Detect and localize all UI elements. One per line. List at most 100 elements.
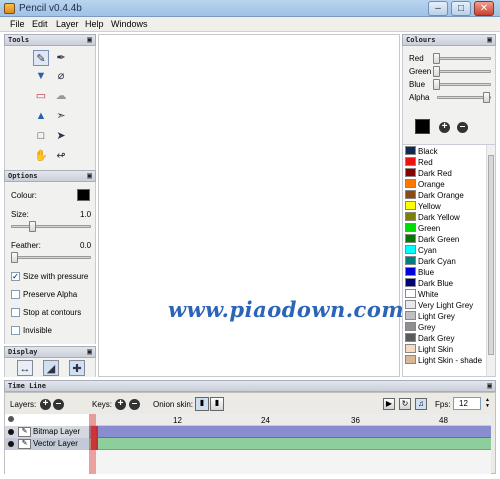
palette-item[interactable]: Dark Blue (405, 278, 485, 289)
palette-swatch (405, 278, 416, 287)
red-slider[interactable] (433, 57, 491, 60)
palette-item[interactable]: Dark Yellow (405, 212, 485, 223)
remove-key-icon[interactable]: – (129, 399, 140, 410)
vector-layer-icon: ✎ (18, 439, 31, 449)
palette-item[interactable]: Light Skin - shade (405, 355, 485, 366)
polyline-tool-icon[interactable]: ⌀ (53, 68, 69, 84)
size-slider-knob[interactable] (29, 221, 36, 232)
menu-help[interactable]: Help (85, 19, 104, 29)
layer-row[interactable]: ✎ Vector Layer (5, 438, 89, 450)
palette-item[interactable]: Light Skin (405, 344, 485, 355)
feather-slider[interactable] (11, 256, 91, 259)
menu-layer[interactable]: Layer (56, 19, 79, 29)
green-slider-knob[interactable] (433, 66, 440, 77)
palette-item[interactable]: Dark Orange (405, 190, 485, 201)
bucket-tool-icon[interactable]: ▲ (33, 108, 49, 124)
eyedropper-tool-icon[interactable]: ➣ (53, 108, 69, 124)
palette-name: Light Skin - shade (418, 356, 483, 365)
display-panel: ↔ ◢ ✚ (4, 358, 96, 377)
stop-contours-checkbox[interactable] (11, 308, 20, 317)
onion-next-icon[interactable]: ▮ (210, 397, 224, 411)
menu-edit[interactable]: Edit (32, 19, 48, 29)
frame-area[interactable]: 12 24 36 48 (89, 414, 491, 474)
remove-layer-icon[interactable]: – (53, 399, 64, 410)
outline-icon[interactable]: ✚ (69, 360, 85, 376)
current-colour-swatch[interactable] (415, 119, 430, 134)
palette-item[interactable]: Very Light Grey (405, 300, 485, 311)
visibility-icon[interactable] (8, 441, 14, 447)
clear-tool-icon[interactable]: ↫ (53, 148, 69, 164)
dock-icon[interactable]: ▣ (87, 171, 92, 181)
scrollbar-thumb[interactable] (488, 155, 494, 355)
minimize-button[interactable]: – (428, 1, 448, 16)
alpha-slider-knob[interactable] (483, 92, 490, 103)
palette-item[interactable]: Dark Red (405, 168, 485, 179)
add-key-icon[interactable]: + (115, 399, 126, 410)
drawing-canvas[interactable] (98, 34, 400, 377)
size-slider[interactable] (11, 225, 91, 228)
palette-item[interactable]: Grey (405, 322, 485, 333)
blue-slider[interactable] (433, 83, 491, 86)
size-pressure-checkbox[interactable]: ✓ (11, 272, 20, 281)
preview-icon[interactable]: ◢ (43, 360, 59, 376)
play-icon[interactable]: ▶ (383, 398, 395, 410)
brush-tool-icon[interactable]: ✒ (53, 50, 69, 66)
title-bar: Pencil v0.4.4b – □ ✕ (0, 0, 500, 17)
maximize-button[interactable]: □ (451, 1, 471, 16)
palette-item[interactable]: Red (405, 157, 485, 168)
preserve-alpha-checkbox[interactable] (11, 290, 20, 299)
palette-item[interactable]: Dark Grey (405, 333, 485, 344)
palette-name: Yellow (418, 202, 441, 211)
invisible-label: Invisible (23, 326, 52, 335)
eraser-tool-icon[interactable]: ▭ (33, 88, 49, 104)
select-tool-icon[interactable]: □ (33, 128, 49, 144)
palette-item[interactable]: Light Grey (405, 311, 485, 322)
remove-colour-icon[interactable]: – (457, 122, 468, 133)
hand-tool-icon[interactable]: ✋ (33, 148, 49, 164)
onion-prev-icon[interactable]: ▮ (195, 397, 209, 411)
loop-icon[interactable]: ↻ (399, 398, 411, 410)
palette-item[interactable]: Blue (405, 267, 485, 278)
colour-swatch[interactable] (77, 189, 90, 201)
feather-value: 0.0 (80, 241, 92, 250)
palette-item[interactable]: Black (405, 146, 485, 157)
flip-horizontal-icon[interactable]: ↔ (17, 360, 33, 376)
add-layer-icon[interactable]: + (40, 399, 51, 410)
pencil-tool-icon[interactable]: ✎ (33, 50, 49, 66)
palette-item[interactable]: White (405, 289, 485, 300)
menu-windows[interactable]: Windows (111, 19, 148, 29)
feather-slider-knob[interactable] (11, 252, 18, 263)
blue-slider-knob[interactable] (433, 79, 440, 90)
fps-input[interactable]: 12 (453, 397, 481, 410)
playhead[interactable] (89, 414, 96, 474)
fps-value: 12 (459, 399, 468, 408)
menu-file[interactable]: File (10, 19, 25, 29)
palette-item[interactable]: Cyan (405, 245, 485, 256)
fps-spinner-icon[interactable]: ▲ ▼ (484, 397, 491, 410)
palette-scrollbar[interactable] (486, 145, 495, 376)
dock-icon[interactable]: ▣ (487, 381, 492, 391)
vector-layer-track[interactable] (89, 438, 491, 450)
green-slider[interactable] (433, 70, 491, 73)
smudge-tool-icon[interactable]: ☁ (53, 88, 69, 104)
palette-item[interactable]: Green (405, 223, 485, 234)
visibility-all-icon[interactable] (8, 416, 14, 422)
sound-icon[interactable]: ♫ (415, 398, 427, 410)
bitmap-layer-track[interactable] (89, 426, 491, 438)
close-button[interactable]: ✕ (474, 1, 494, 16)
pen-tool-icon[interactable]: ▼ (33, 68, 49, 84)
palette-item[interactable]: Dark Cyan (405, 256, 485, 267)
dock-icon[interactable]: ▣ (87, 35, 92, 45)
palette-item[interactable]: Dark Green (405, 234, 485, 245)
move-tool-icon[interactable]: ➤ (53, 128, 69, 144)
dock-icon[interactable]: ▣ (87, 347, 92, 357)
dock-icon[interactable]: ▣ (487, 35, 492, 45)
palette-item[interactable]: Yellow (405, 201, 485, 212)
add-colour-icon[interactable]: + (439, 122, 450, 133)
palette-item[interactable]: Orange (405, 179, 485, 190)
red-slider-knob[interactable] (433, 53, 440, 64)
visibility-icon[interactable] (8, 429, 14, 435)
options-panel-header: Options ▣ (4, 170, 96, 182)
invisible-checkbox[interactable] (11, 326, 20, 335)
layer-row[interactable]: ✎ Bitmap Layer (5, 426, 89, 438)
